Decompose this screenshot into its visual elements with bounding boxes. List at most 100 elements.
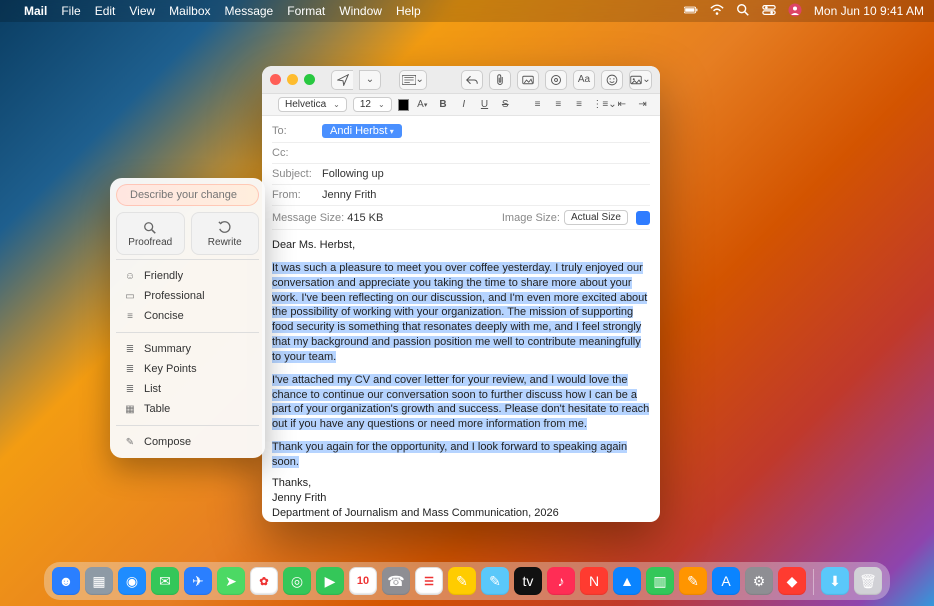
table-icon: ▦ [124, 404, 136, 415]
summary-item[interactable]: ≣Summary [118, 339, 257, 359]
image-size-select[interactable]: Actual Size [564, 210, 628, 225]
font-family-select[interactable]: Helvetica [278, 97, 347, 112]
dock: ☻▦◉✉✈➤✿◎▶10☎☰✎✎tv♪N▲▥✎A⚙◆⬇🗑 [44, 562, 890, 600]
dock-app-item-a[interactable]: ◆ [778, 567, 806, 595]
align-center-button[interactable]: ≡ [551, 99, 566, 110]
font-size-select[interactable]: 12 [353, 97, 392, 112]
sig-name: Jenny Frith [272, 491, 650, 506]
compose-item[interactable]: ✎Compose [118, 432, 257, 452]
dock-app-contacts[interactable]: ☎ [382, 567, 410, 595]
message-size-value: 415 KB [347, 212, 383, 224]
media-browser-button[interactable]: ⌄ [629, 70, 652, 90]
dock-app-mail[interactable]: ✈ [184, 567, 212, 595]
dock-app-notes[interactable]: ✎ [448, 567, 476, 595]
dock-app-messages[interactable]: ✉ [151, 567, 179, 595]
menu-message[interactable]: Message [225, 4, 274, 18]
window-minimize-button[interactable] [287, 74, 298, 85]
wifi-icon[interactable] [710, 3, 724, 20]
battery-icon[interactable] [684, 3, 698, 20]
menu-bar: Mail File Edit View Mailbox Message Form… [0, 0, 934, 22]
dock-app-system-settings[interactable]: ⚙ [745, 567, 773, 595]
proofread-button[interactable]: Proofread [116, 212, 185, 255]
indent-button[interactable]: ⇥ [635, 99, 650, 110]
send-button[interactable] [331, 70, 353, 90]
from-field[interactable]: Jenny Frith [322, 189, 650, 201]
tone-professional-item[interactable]: ▭Professional [118, 286, 257, 306]
emoji-button[interactable] [601, 70, 623, 90]
dock-app-app-store[interactable]: A [712, 567, 740, 595]
dock-app-numbers[interactable]: ▥ [646, 567, 674, 595]
menu-mailbox[interactable]: Mailbox [169, 4, 210, 18]
sig-title: Department of Journalism and Mass Commun… [272, 506, 650, 521]
summary-label: Summary [144, 343, 191, 355]
dock-app-music[interactable]: ♪ [547, 567, 575, 595]
list-icon: ≣ [124, 384, 136, 395]
align-right-button[interactable]: ≡ [572, 99, 587, 110]
dock-app-launchpad[interactable]: ▦ [85, 567, 113, 595]
writing-tools-input[interactable] [130, 189, 272, 201]
insert-button[interactable] [517, 70, 539, 90]
control-center-icon[interactable] [762, 3, 776, 20]
tone-concise-item[interactable]: ≡Concise [118, 306, 257, 326]
menu-edit[interactable]: Edit [95, 4, 116, 18]
menu-window[interactable]: Window [339, 4, 382, 18]
attach-button[interactable] [489, 70, 511, 90]
extensions-button[interactable] [545, 70, 567, 90]
list-button[interactable]: ⋮≡⌄ [592, 99, 608, 110]
dock-app-finder[interactable]: ☻ [52, 567, 80, 595]
font-size-down-button[interactable]: A▾ [415, 99, 430, 110]
header-fields-button[interactable]: ⌄ [399, 70, 427, 90]
user-icon[interactable] [788, 3, 802, 20]
menu-clock[interactable]: Mon Jun 10 9:41 AM [814, 4, 924, 18]
dock-app-photos[interactable]: ✿ [250, 567, 278, 595]
text-color-button[interactable] [398, 99, 409, 111]
window-close-button[interactable] [270, 74, 281, 85]
dock-app-find-my[interactable]: ◎ [283, 567, 311, 595]
dock-app-tv[interactable]: tv [514, 567, 542, 595]
subject-field[interactable]: Following up [322, 168, 650, 180]
rewrite-button[interactable]: Rewrite [191, 212, 260, 255]
format-button[interactable]: Aa [573, 70, 595, 90]
message-size-label: Message Size: [272, 212, 344, 224]
list-item[interactable]: ≣List [118, 379, 257, 399]
dock-app-safari[interactable]: ◉ [118, 567, 146, 595]
body-greeting: Dear Ms. Herbst, [272, 238, 650, 253]
reply-button[interactable] [461, 70, 483, 90]
dock-app-news[interactable]: N [580, 567, 608, 595]
keypoints-icon: ≣ [124, 364, 136, 375]
dock-app-calendar[interactable]: 10 [349, 567, 377, 595]
menu-help[interactable]: Help [396, 4, 421, 18]
spotlight-icon[interactable] [736, 3, 750, 20]
dock-app-maps[interactable]: ➤ [217, 567, 245, 595]
menu-view[interactable]: View [129, 4, 155, 18]
menu-file[interactable]: File [61, 4, 80, 18]
menu-format[interactable]: Format [287, 4, 325, 18]
recipient-token[interactable]: Andi Herbst [322, 124, 402, 138]
app-menu[interactable]: Mail [24, 4, 47, 18]
window-zoom-button[interactable] [304, 74, 315, 85]
table-item[interactable]: ▦Table [118, 399, 257, 419]
bold-button[interactable]: B [436, 99, 451, 110]
writing-tools-input-wrap[interactable] [116, 184, 259, 206]
image-size-indicator[interactable] [636, 211, 650, 225]
dock-app-trash[interactable]: 🗑 [854, 567, 882, 595]
send-menu-button[interactable]: ⌄ [359, 70, 381, 90]
compose-headers: To: Andi Herbst Cc: Subject: Following u… [262, 116, 660, 230]
tone-friendly-item[interactable]: ☺Friendly [118, 266, 257, 286]
concise-icon: ≡ [124, 311, 136, 322]
keypoints-item[interactable]: ≣Key Points [118, 359, 257, 379]
dock-app-facetime[interactable]: ▶ [316, 567, 344, 595]
compose-body[interactable]: Dear Ms. Herbst, It was such a pleasure … [262, 230, 660, 522]
underline-button[interactable]: U [477, 99, 492, 110]
tone-professional-label: Professional [144, 290, 205, 302]
to-field[interactable]: Andi Herbst [322, 124, 650, 138]
dock-app-keynote[interactable]: ▲ [613, 567, 641, 595]
dock-app-freeform[interactable]: ✎ [481, 567, 509, 595]
outdent-button[interactable]: ⇤ [614, 99, 629, 110]
strike-button[interactable]: S [498, 99, 513, 110]
italic-button[interactable]: I [456, 99, 471, 110]
dock-app-pages[interactable]: ✎ [679, 567, 707, 595]
dock-app-downloads[interactable]: ⬇ [821, 567, 849, 595]
align-left-button[interactable]: ≡ [530, 99, 545, 110]
dock-app-reminders[interactable]: ☰ [415, 567, 443, 595]
